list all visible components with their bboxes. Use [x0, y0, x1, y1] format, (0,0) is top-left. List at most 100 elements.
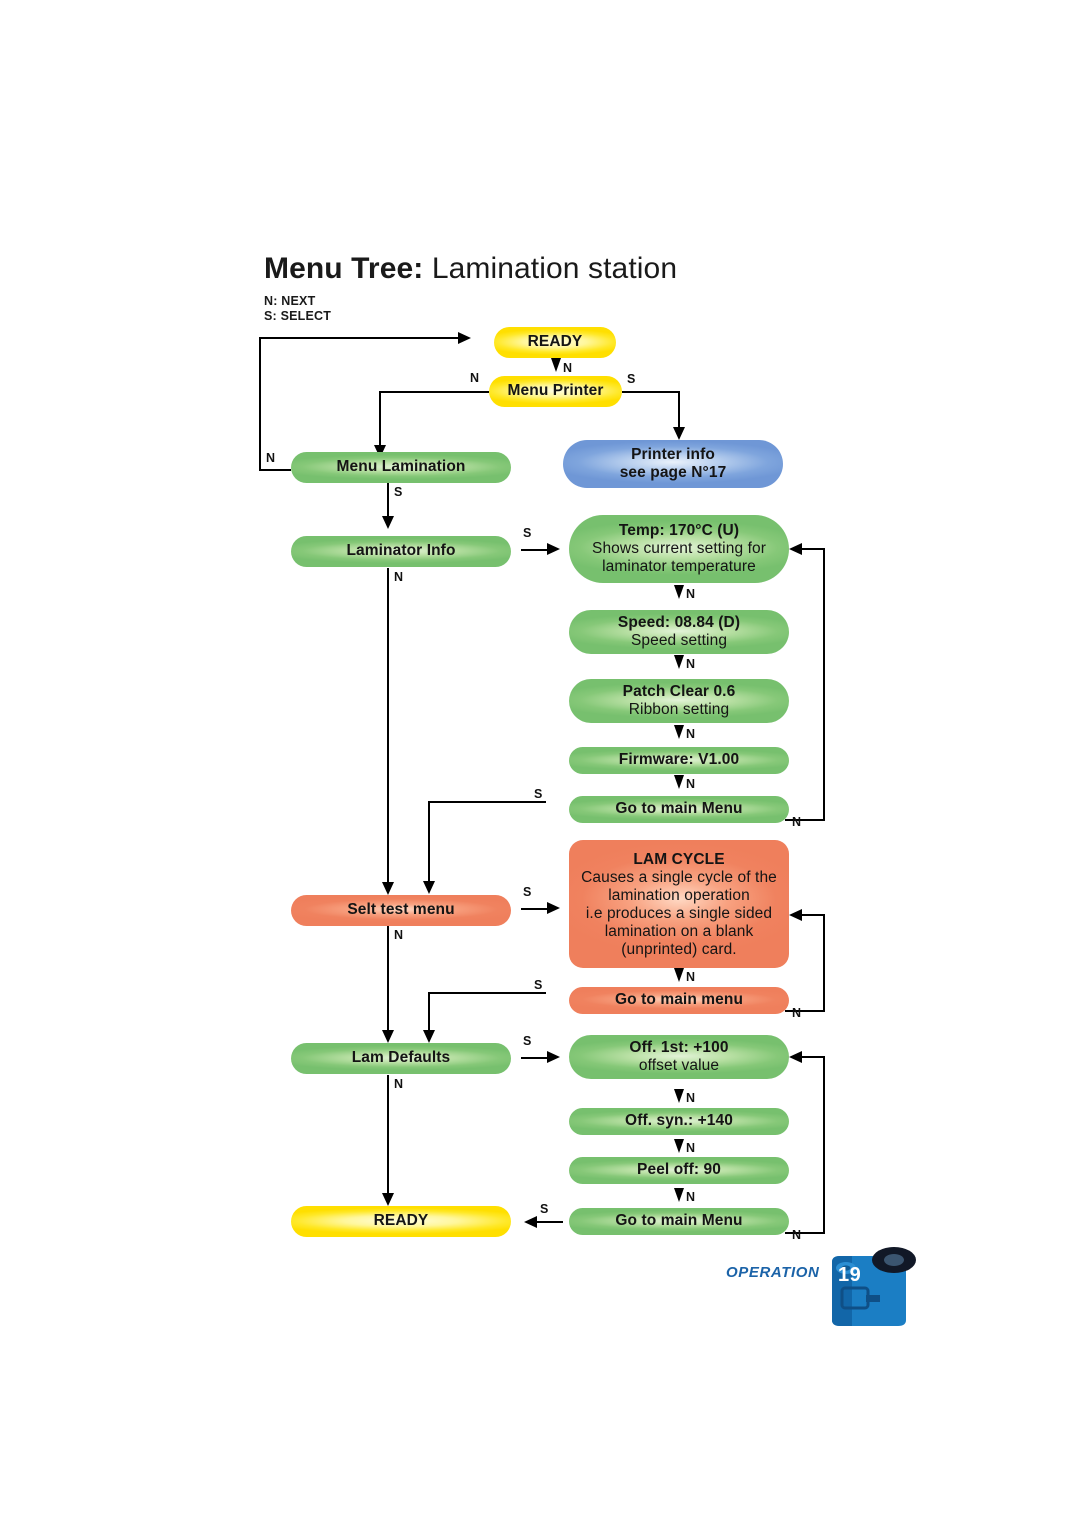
- node-patch-clear-title: Patch Clear 0.6: [622, 682, 736, 700]
- node-firmware-label: Firmware: V1.00: [618, 751, 740, 769]
- edge-label-lamcycle-to-goto2-n: N: [686, 970, 696, 984]
- edge-ready-to-printer-arrow: [551, 358, 561, 372]
- node-temp-sub1: Shows current setting for: [592, 539, 766, 557]
- edge-label-laminator-to-temp-s: S: [523, 526, 532, 540]
- edge-printer-to-info-vertical: [678, 391, 681, 429]
- node-printer-info-subtitle: see page N°17: [619, 464, 727, 481]
- edge-goto1-return-top: [800, 548, 825, 551]
- edge-label-goto2-return-n: N: [792, 1006, 802, 1020]
- edge-label-goto2-select-s: S: [534, 978, 543, 992]
- edge-label-selftest-to-lamcycle-s: S: [523, 885, 532, 899]
- edge-goto2-select-horizontal: [428, 992, 546, 995]
- node-goto-main-menu-1-label: Go to main Menu: [615, 800, 743, 818]
- edge-goto2-select-vertical: [428, 992, 431, 1032]
- edge-label-printer-to-lamination-n: N: [470, 371, 480, 385]
- edge-label-lamdefaults-next-n: N: [394, 1077, 404, 1091]
- edge-selftest-next-vertical: [387, 926, 390, 1032]
- edge-goto1-return-vertical: [823, 548, 826, 821]
- edge-printer-to-lamination-horizontal: [379, 391, 489, 394]
- edge-goto3-select-line: [535, 1221, 563, 1224]
- edge-laminator-next-vertical: [387, 568, 390, 884]
- edge-goto2-return-arrow: [789, 908, 802, 921]
- legend: N: NEXT S: SELECT: [264, 294, 331, 324]
- edge-label-firmware-to-goto1-n: N: [686, 777, 696, 791]
- page-number: 19: [838, 1264, 862, 1286]
- legend-next: N: NEXT: [264, 294, 316, 308]
- edge-selftest-to-lamcycle-line: [521, 908, 549, 911]
- node-menu-lamination-label: Menu Lamination: [336, 458, 466, 476]
- node-lam-defaults[interactable]: Lam Defaults: [291, 1043, 511, 1074]
- node-off-1st-title: Off. 1st: +100: [629, 1038, 729, 1056]
- edge-label-laminator-next-n: N: [394, 570, 404, 584]
- node-speed-title: Speed: 08.84 (D): [617, 613, 741, 631]
- node-self-test-menu[interactable]: Selt test menu: [291, 895, 511, 926]
- page-title: Menu Tree: Lamination station: [264, 252, 677, 286]
- node-menu-lamination[interactable]: Menu Lamination: [291, 452, 511, 483]
- edge-laminator-next-arrow: [381, 882, 394, 895]
- node-off-1st[interactable]: Off. 1st: +100 offset value: [569, 1035, 789, 1079]
- node-lam-cycle[interactable]: LAM CYCLE Causes a single cycle of the l…: [569, 840, 789, 968]
- node-lam-cycle-sub1: Causes a single cycle of the: [581, 868, 777, 886]
- edge-speed-to-patch-arrow: [674, 655, 684, 669]
- node-temp[interactable]: Temp: 170°C (U) Shows current setting fo…: [569, 515, 789, 583]
- edge-label-off1st-to-offsyn-n: N: [686, 1091, 696, 1105]
- page-canvas: Menu Tree: Lamination station N: NEXT S:…: [0, 0, 1080, 1528]
- node-peel-off[interactable]: Peel off: 90: [569, 1157, 789, 1184]
- node-patch-clear[interactable]: Patch Clear 0.6 Ribbon setting: [569, 679, 789, 723]
- node-off-syn-label: Off. syn.: +140: [625, 1112, 733, 1130]
- edge-goto1-select-arrow: [422, 881, 435, 894]
- edge-lamdefaults-to-off1st-arrow: [547, 1051, 560, 1063]
- edge-goto2-return-bottom: [785, 1010, 825, 1013]
- edge-printer-to-lamination-vertical: [379, 391, 382, 447]
- edge-label-printer-to-info-s: S: [627, 372, 636, 386]
- edge-label-goto1-return-n: N: [792, 815, 802, 829]
- edge-label-goto1-select-s: S: [534, 787, 543, 801]
- node-lam-defaults-label: Lam Defaults: [351, 1049, 451, 1067]
- edge-lamination-loop-top: [259, 337, 459, 340]
- edge-printer-to-info-horizontal: [622, 391, 680, 394]
- edge-goto3-return-arrow: [789, 1050, 802, 1063]
- node-temp-title: Temp: 170°C (U): [618, 521, 740, 539]
- edge-offsyn-to-peel-arrow: [674, 1139, 684, 1153]
- node-laminator-info[interactable]: Laminator Info: [291, 536, 511, 567]
- node-speed-sub: Speed setting: [630, 632, 728, 649]
- edge-lamdefaults-to-off1st-line: [521, 1057, 549, 1060]
- edge-goto3-return-bottom: [785, 1232, 825, 1235]
- node-self-test-menu-label: Selt test menu: [347, 901, 455, 919]
- edge-label-patch-to-firmware-n: N: [686, 727, 696, 741]
- node-menu-printer-label: Menu Printer: [507, 382, 604, 400]
- edge-lamdefaults-next-arrow: [381, 1193, 394, 1206]
- node-patch-clear-sub: Ribbon setting: [628, 701, 730, 718]
- node-ready-top-label: READY: [527, 333, 583, 351]
- node-lam-cycle-title: LAM CYCLE: [633, 850, 725, 868]
- edge-goto3-return-vertical: [823, 1056, 826, 1234]
- edge-selftest-to-lamcycle-arrow: [547, 902, 560, 914]
- edge-label-lamination-to-laminator-s: S: [394, 485, 403, 499]
- ribbon-cartridge-icon: [832, 1247, 916, 1326]
- node-printer-info[interactable]: Printer info see page N°17: [563, 440, 783, 488]
- edge-goto3-return-top: [800, 1056, 825, 1059]
- node-ready-top[interactable]: READY: [494, 327, 616, 358]
- node-goto-main-menu-2[interactable]: Go to main menu: [569, 987, 789, 1014]
- node-firmware[interactable]: Firmware: V1.00: [569, 747, 789, 774]
- edge-label-goto3-select-s: S: [540, 1202, 549, 1216]
- edge-goto1-return-arrow: [789, 542, 802, 555]
- edge-goto1-select-horizontal: [428, 801, 546, 804]
- node-lam-cycle-sub5: (unprinted) card.: [621, 941, 737, 959]
- node-temp-sub2: laminator temperature: [602, 558, 756, 576]
- node-goto-main-menu-3[interactable]: Go to main Menu: [569, 1208, 789, 1235]
- edge-lamdefaults-next-vertical: [387, 1075, 390, 1195]
- node-goto-main-menu-1[interactable]: Go to main Menu: [569, 796, 789, 823]
- node-lam-cycle-sub3: i.e produces a single sided: [585, 905, 773, 922]
- node-ready-bottom[interactable]: READY: [291, 1206, 511, 1237]
- edge-label-ready-to-printer-n: N: [563, 361, 573, 375]
- node-ready-bottom-label: READY: [373, 1212, 429, 1230]
- node-off-syn[interactable]: Off. syn.: +140: [569, 1108, 789, 1135]
- node-menu-printer[interactable]: Menu Printer: [489, 376, 622, 407]
- node-peel-off-label: Peel off: 90: [637, 1161, 721, 1179]
- edge-label-lamdefaults-to-off1st-s: S: [523, 1034, 532, 1048]
- node-speed[interactable]: Speed: 08.84 (D) Speed setting: [569, 610, 789, 654]
- edge-goto2-select-arrow: [422, 1030, 435, 1043]
- legend-select: S: SELECT: [264, 309, 332, 323]
- edge-selftest-next-arrow: [381, 1030, 394, 1043]
